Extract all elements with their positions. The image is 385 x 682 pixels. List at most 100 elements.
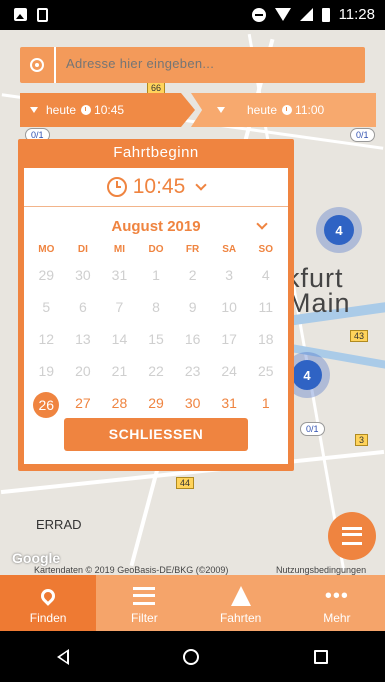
- chevron-down-icon: [195, 179, 207, 191]
- calendar-day-disabled: 22: [148, 363, 164, 379]
- calendar-day-disabled: 18: [257, 331, 274, 347]
- month-selector[interactable]: August 2019: [24, 214, 288, 238]
- time-selector[interactable]: 10:45: [24, 168, 288, 207]
- start-time-chip[interactable]: heute 10:45: [20, 93, 195, 127]
- calendar-day[interactable]: 27: [65, 392, 102, 415]
- date-picker-dialog: Fahrtbeginn 10:45 August 2019 MO DI MI D…: [18, 139, 294, 471]
- calendar-day-disabled: 20: [75, 363, 91, 379]
- vehicle-pin[interactable]: 0/1: [300, 422, 325, 436]
- picker-body: 10:45 August 2019 MO DI MI DO FR SA SO 2…: [24, 168, 288, 464]
- calendar-day[interactable]: 28: [101, 392, 138, 415]
- calendar-day-disabled: 12: [38, 331, 55, 347]
- nav-label: Mehr: [323, 611, 351, 625]
- calendar-day[interactable]: 1: [247, 392, 284, 415]
- calendar-day-disabled: 4: [261, 267, 270, 283]
- clock-icon: [106, 177, 127, 197]
- month-label: August 2019: [111, 217, 201, 235]
- calendar-day[interactable]: 30: [174, 392, 211, 415]
- calendar-day[interactable]: 31: [211, 392, 248, 415]
- road-shield: 44: [176, 477, 195, 489]
- calendar-day-disabled: 3: [225, 267, 234, 283]
- nav-label: Filter: [131, 611, 158, 625]
- calendar-week: 5 6 7 8 9 10 11: [28, 296, 284, 319]
- document-notification-icon: [37, 8, 48, 22]
- wifi-icon: [274, 8, 291, 21]
- list-view-button[interactable]: [328, 512, 376, 560]
- end-time-chip[interactable]: heute 11:00: [191, 93, 376, 127]
- do-not-disturb-icon: [251, 7, 266, 22]
- recent-apps-icon[interactable]: [313, 649, 328, 664]
- selected-time: 10:45: [132, 175, 186, 198]
- status-time: 11:28: [338, 6, 375, 23]
- calendar-day-disabled: 21: [111, 363, 128, 379]
- calendar-day-disabled: 6: [78, 299, 87, 315]
- calendar-day-disabled: 5: [42, 299, 51, 315]
- weekday-label: MO: [38, 244, 55, 255]
- calendar-day-disabled: 8: [152, 299, 160, 315]
- calendar-day-disabled: 7: [115, 299, 124, 315]
- calendar-day-disabled: 2: [188, 267, 197, 283]
- battery-icon: [321, 7, 330, 22]
- vehicle-cluster[interactable]: 4: [316, 207, 362, 253]
- calendar-week: 12 13 14 15 16 17 18: [28, 328, 284, 351]
- weekday-label: DI: [77, 244, 88, 255]
- weekday-label: FR: [185, 244, 200, 255]
- calendar-week: 26 27 28 29 30 31 1: [28, 392, 284, 418]
- address-search-input[interactable]: [66, 56, 356, 71]
- calendar-grid: MO DI MI DO FR SA SO 29 30 31 1 2 3 4 5 …: [28, 244, 284, 418]
- calendar-day-disabled: 11: [258, 299, 274, 315]
- clock-icon: [282, 105, 293, 115]
- calendar-day-disabled: 14: [111, 331, 128, 347]
- nav-fahrten[interactable]: Fahrten: [193, 575, 289, 631]
- weekday-label: SA: [222, 244, 237, 255]
- road-shield: 43: [350, 330, 369, 342]
- calendar-day-disabled: 31: [111, 267, 128, 283]
- home-icon[interactable]: [183, 648, 200, 665]
- system-navigation-bar: [0, 631, 385, 682]
- filter-icon: [133, 587, 156, 605]
- weekday-label: DO: [148, 244, 164, 255]
- road-icon: [230, 586, 251, 606]
- dropdown-triangle-icon: [30, 107, 38, 113]
- district-label: ERRAD: [36, 517, 82, 532]
- more-icon: •••: [324, 585, 349, 607]
- vehicle-pin[interactable]: 0/1: [350, 128, 375, 142]
- map-credits: Kartendaten © 2019 GeoBasis-DE/BKG (©200…: [34, 565, 229, 575]
- calendar-day-disabled: 23: [184, 363, 201, 379]
- close-button[interactable]: SCHLIESSEN: [64, 418, 248, 451]
- map-pin-icon: [38, 586, 59, 606]
- dropdown-triangle-icon: [217, 107, 225, 113]
- nav-finden[interactable]: Finden: [0, 575, 97, 631]
- weekday-label: SO: [258, 244, 273, 255]
- calendar-day-disabled: 15: [148, 331, 164, 347]
- picker-title: Fahrtbeginn: [113, 144, 199, 161]
- calendar-day-disabled: 10: [221, 299, 237, 315]
- nav-filter[interactable]: Filter: [96, 575, 192, 631]
- road-shield: 3: [355, 434, 369, 446]
- weekday-label: MI: [113, 244, 125, 255]
- calendar-day-selected[interactable]: 26: [28, 392, 65, 418]
- calendar-day-disabled: 16: [184, 331, 201, 347]
- calendar-day[interactable]: 29: [138, 392, 175, 415]
- bottom-navigation: Finden Filter Fahrten ••• Mehr: [0, 575, 385, 631]
- clock-icon: [81, 105, 92, 115]
- signal-icon: [299, 8, 313, 21]
- calendar-day-disabled: 1: [152, 267, 160, 283]
- back-icon[interactable]: [57, 648, 70, 665]
- calendar-day-disabled: 25: [257, 363, 274, 379]
- image-notification-icon: [14, 8, 27, 21]
- location-target-icon: [30, 58, 44, 72]
- nav-mehr[interactable]: ••• Mehr: [289, 575, 385, 631]
- calendar-day-disabled: 9: [188, 299, 197, 315]
- terms-link[interactable]: Nutzungsbedingungen: [276, 565, 366, 575]
- weekday-header: MO DI MI DO FR SA SO: [28, 244, 284, 255]
- locate-me-button[interactable]: [20, 47, 56, 83]
- calendar-week: 19 20 21 22 23 24 25: [28, 360, 284, 383]
- google-logo: Google: [12, 550, 61, 566]
- calendar-day-disabled: 24: [221, 363, 237, 379]
- nav-label: Finden: [29, 611, 67, 625]
- list-icon: [342, 527, 362, 545]
- status-bar: 11:28: [0, 0, 385, 30]
- calendar-day-disabled: 13: [75, 331, 91, 347]
- calendar-day-disabled: 19: [38, 363, 55, 379]
